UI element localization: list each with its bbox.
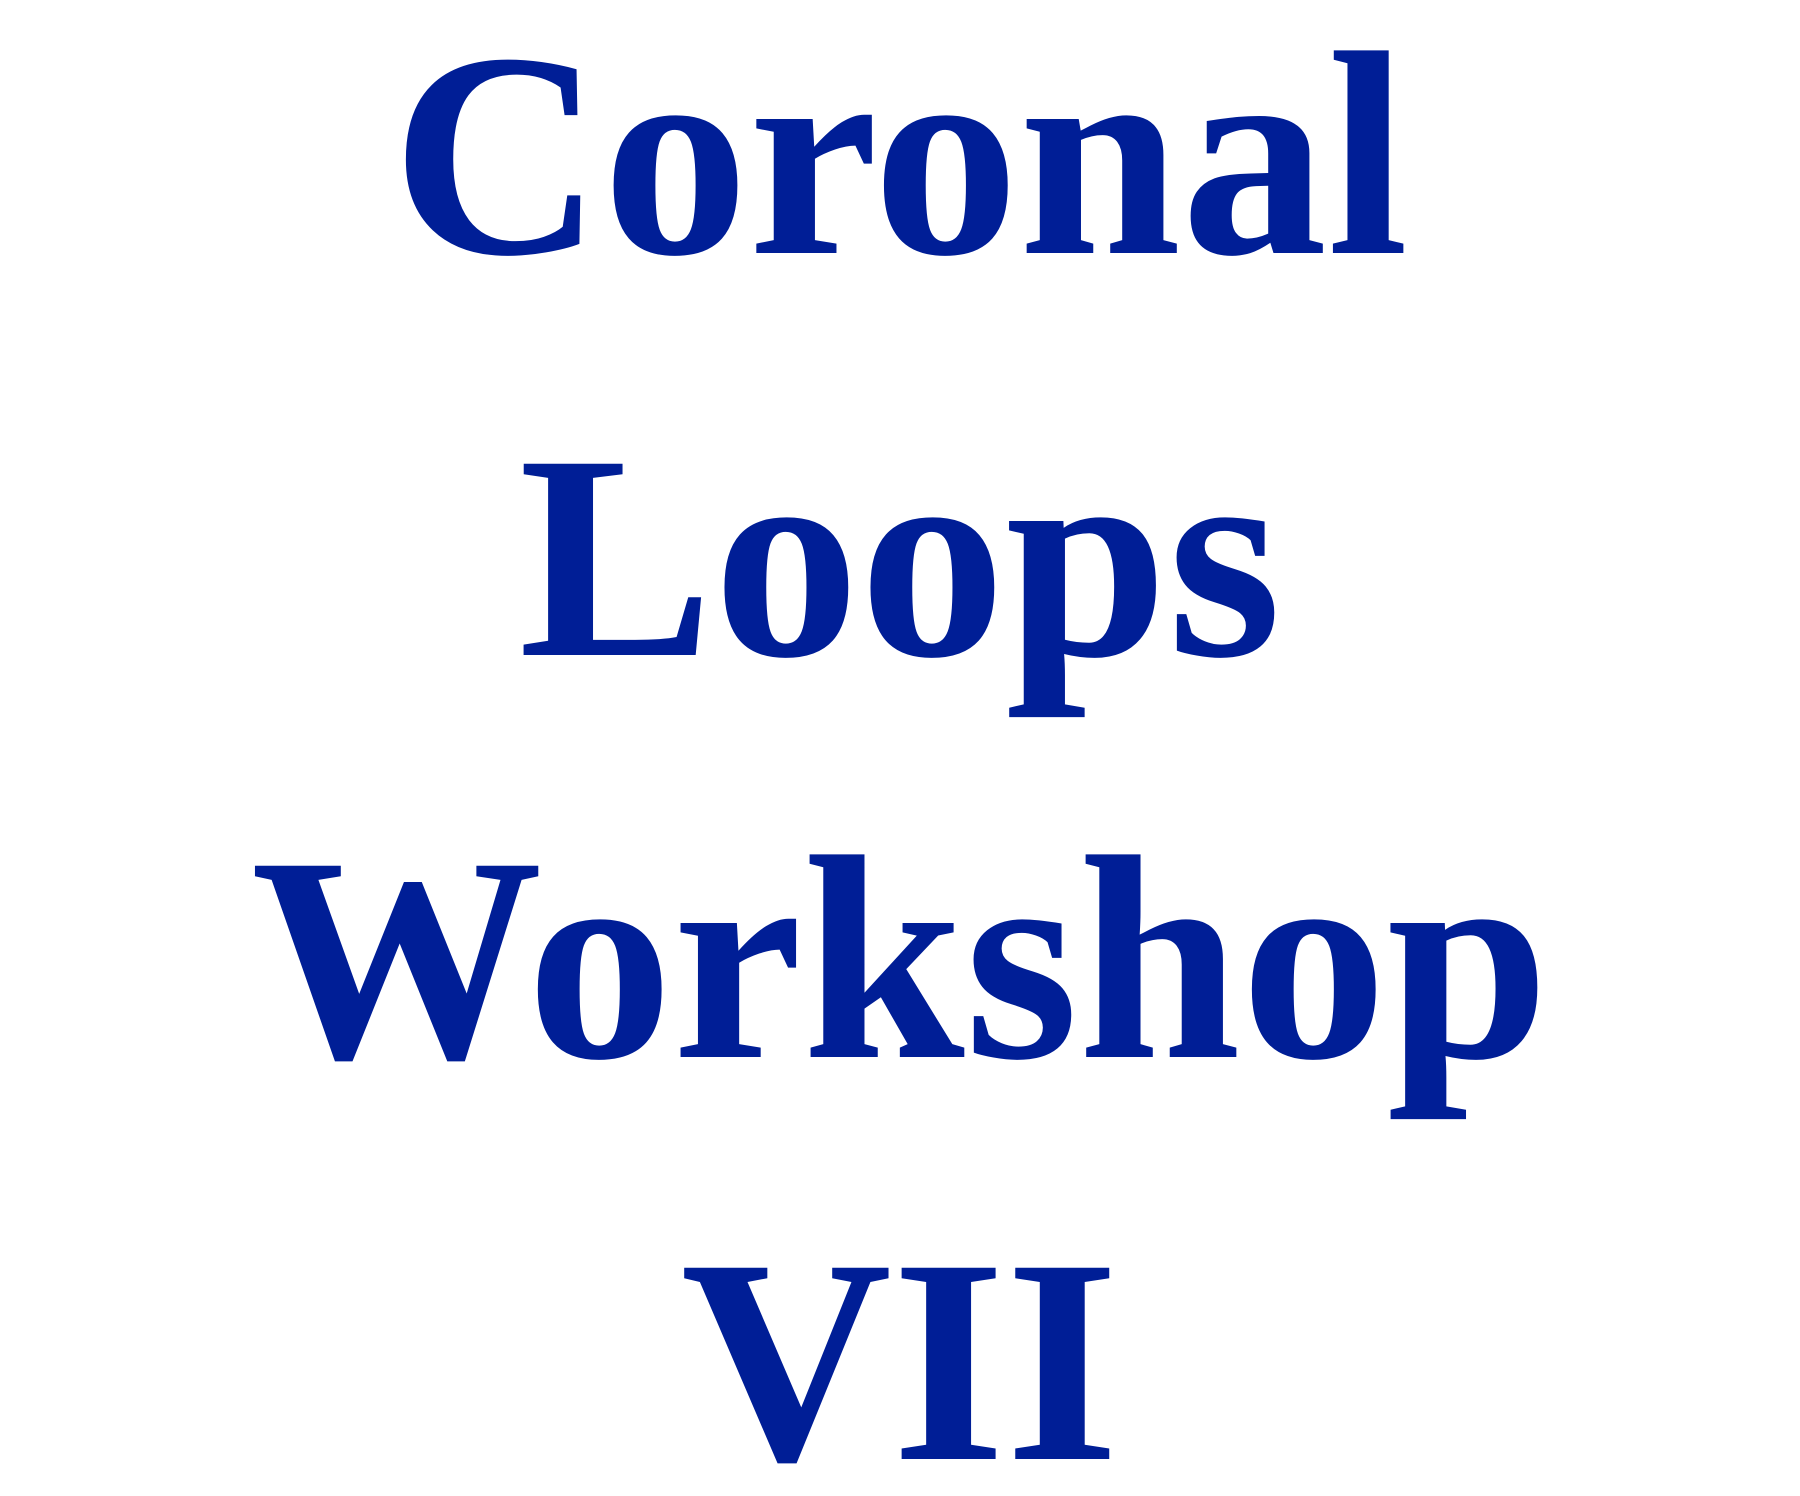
title-line-loops: Loops bbox=[518, 396, 1282, 719]
title-line-workshop: Workshop bbox=[250, 798, 1550, 1121]
title-line-coronal: Coronal bbox=[391, 0, 1409, 317]
title-line-vii: VII bbox=[680, 1200, 1120, 1496]
title-page: Coronal Loops Workshop VII bbox=[0, 0, 1800, 1496]
